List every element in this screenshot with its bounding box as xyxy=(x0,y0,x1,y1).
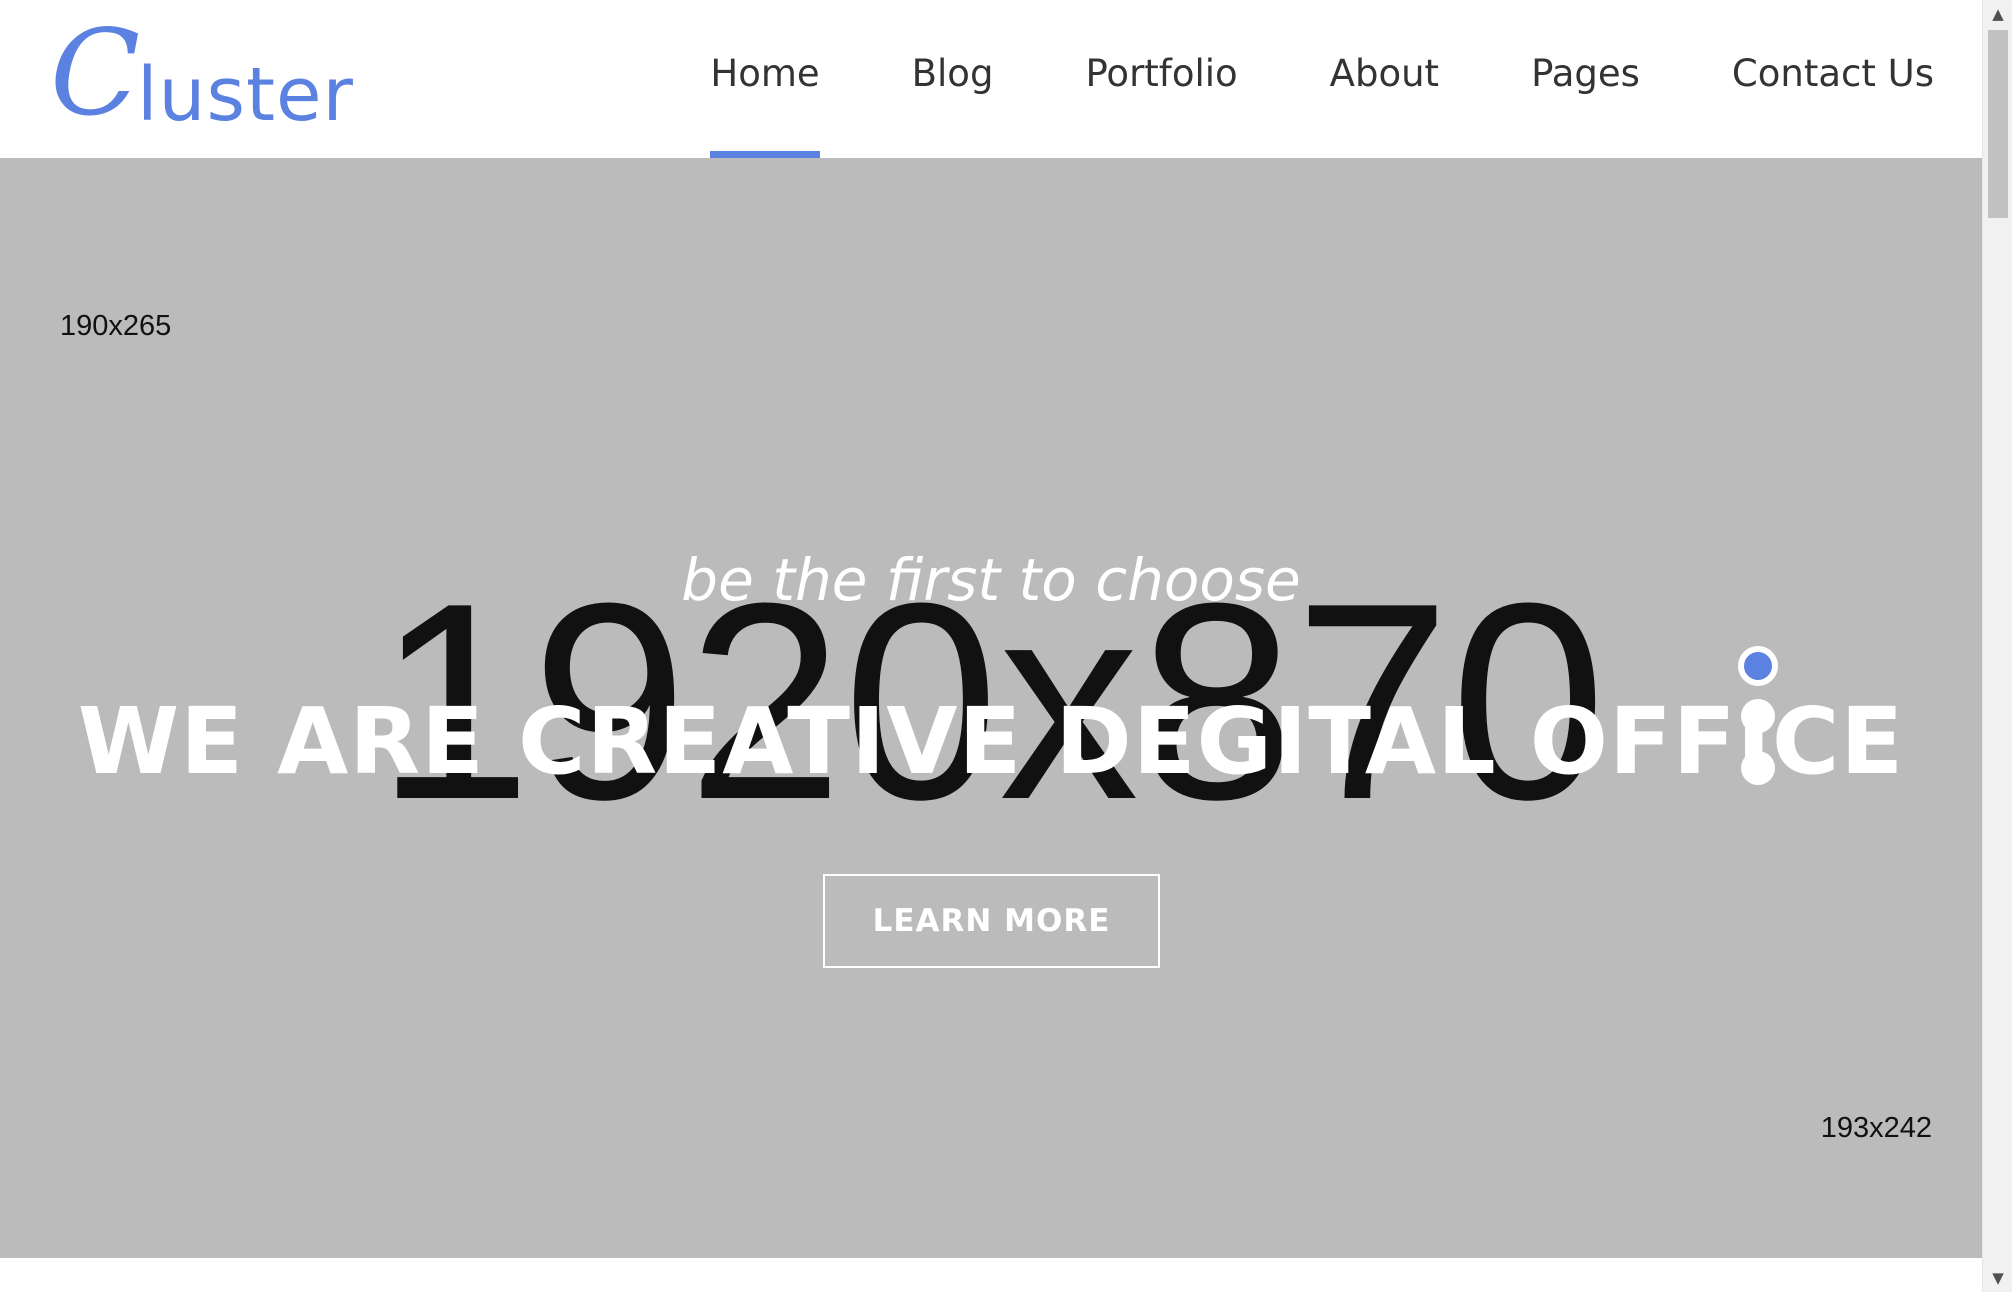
placeholder-label-bottom-right: 193x242 xyxy=(1820,1112,1932,1144)
slider-dot-2[interactable] xyxy=(1741,699,1775,733)
hero-title: WE ARE CREATIVE DEGITAL OFFICE xyxy=(77,688,1905,795)
nav-item-portfolio[interactable]: Portfolio xyxy=(1085,0,1237,158)
nav-item-contact-us[interactable]: Contact Us xyxy=(1732,0,1934,158)
slider-pagination xyxy=(1737,646,1779,803)
nav-item-blog[interactable]: Blog xyxy=(912,0,994,158)
scroll-up-icon[interactable]: ▲ xyxy=(1983,2,2012,26)
brand-logo[interactable]: C luster xyxy=(50,14,353,138)
main-nav: Home Blog Portfolio About Pages Contact … xyxy=(710,0,1934,158)
site-header: C luster Home Blog Portfolio About Pages… xyxy=(0,0,1982,158)
hero-slider: 190x265 1920x870 193x242 be the first to… xyxy=(0,158,1982,1258)
page: C luster Home Blog Portfolio About Pages… xyxy=(0,0,2012,1292)
page-scrollbar[interactable]: ▲ ▼ xyxy=(1982,0,2012,1292)
logo-text: luster xyxy=(137,52,354,138)
nav-item-home[interactable]: Home xyxy=(710,0,820,158)
slider-dot-3[interactable] xyxy=(1741,751,1775,785)
placeholder-label-top-left: 190x265 xyxy=(60,310,172,342)
nav-item-about[interactable]: About xyxy=(1330,0,1439,158)
learn-more-button[interactable]: LEARN MORE xyxy=(823,874,1160,968)
nav-item-pages[interactable]: Pages xyxy=(1531,0,1640,158)
scroll-down-icon[interactable]: ▼ xyxy=(1983,1266,2012,1290)
slider-dot-1[interactable] xyxy=(1738,646,1778,686)
scrollbar-thumb[interactable] xyxy=(1988,30,2008,218)
logo-initial: C xyxy=(50,4,141,142)
hero-subtitle: be the first to choose xyxy=(681,546,1301,614)
